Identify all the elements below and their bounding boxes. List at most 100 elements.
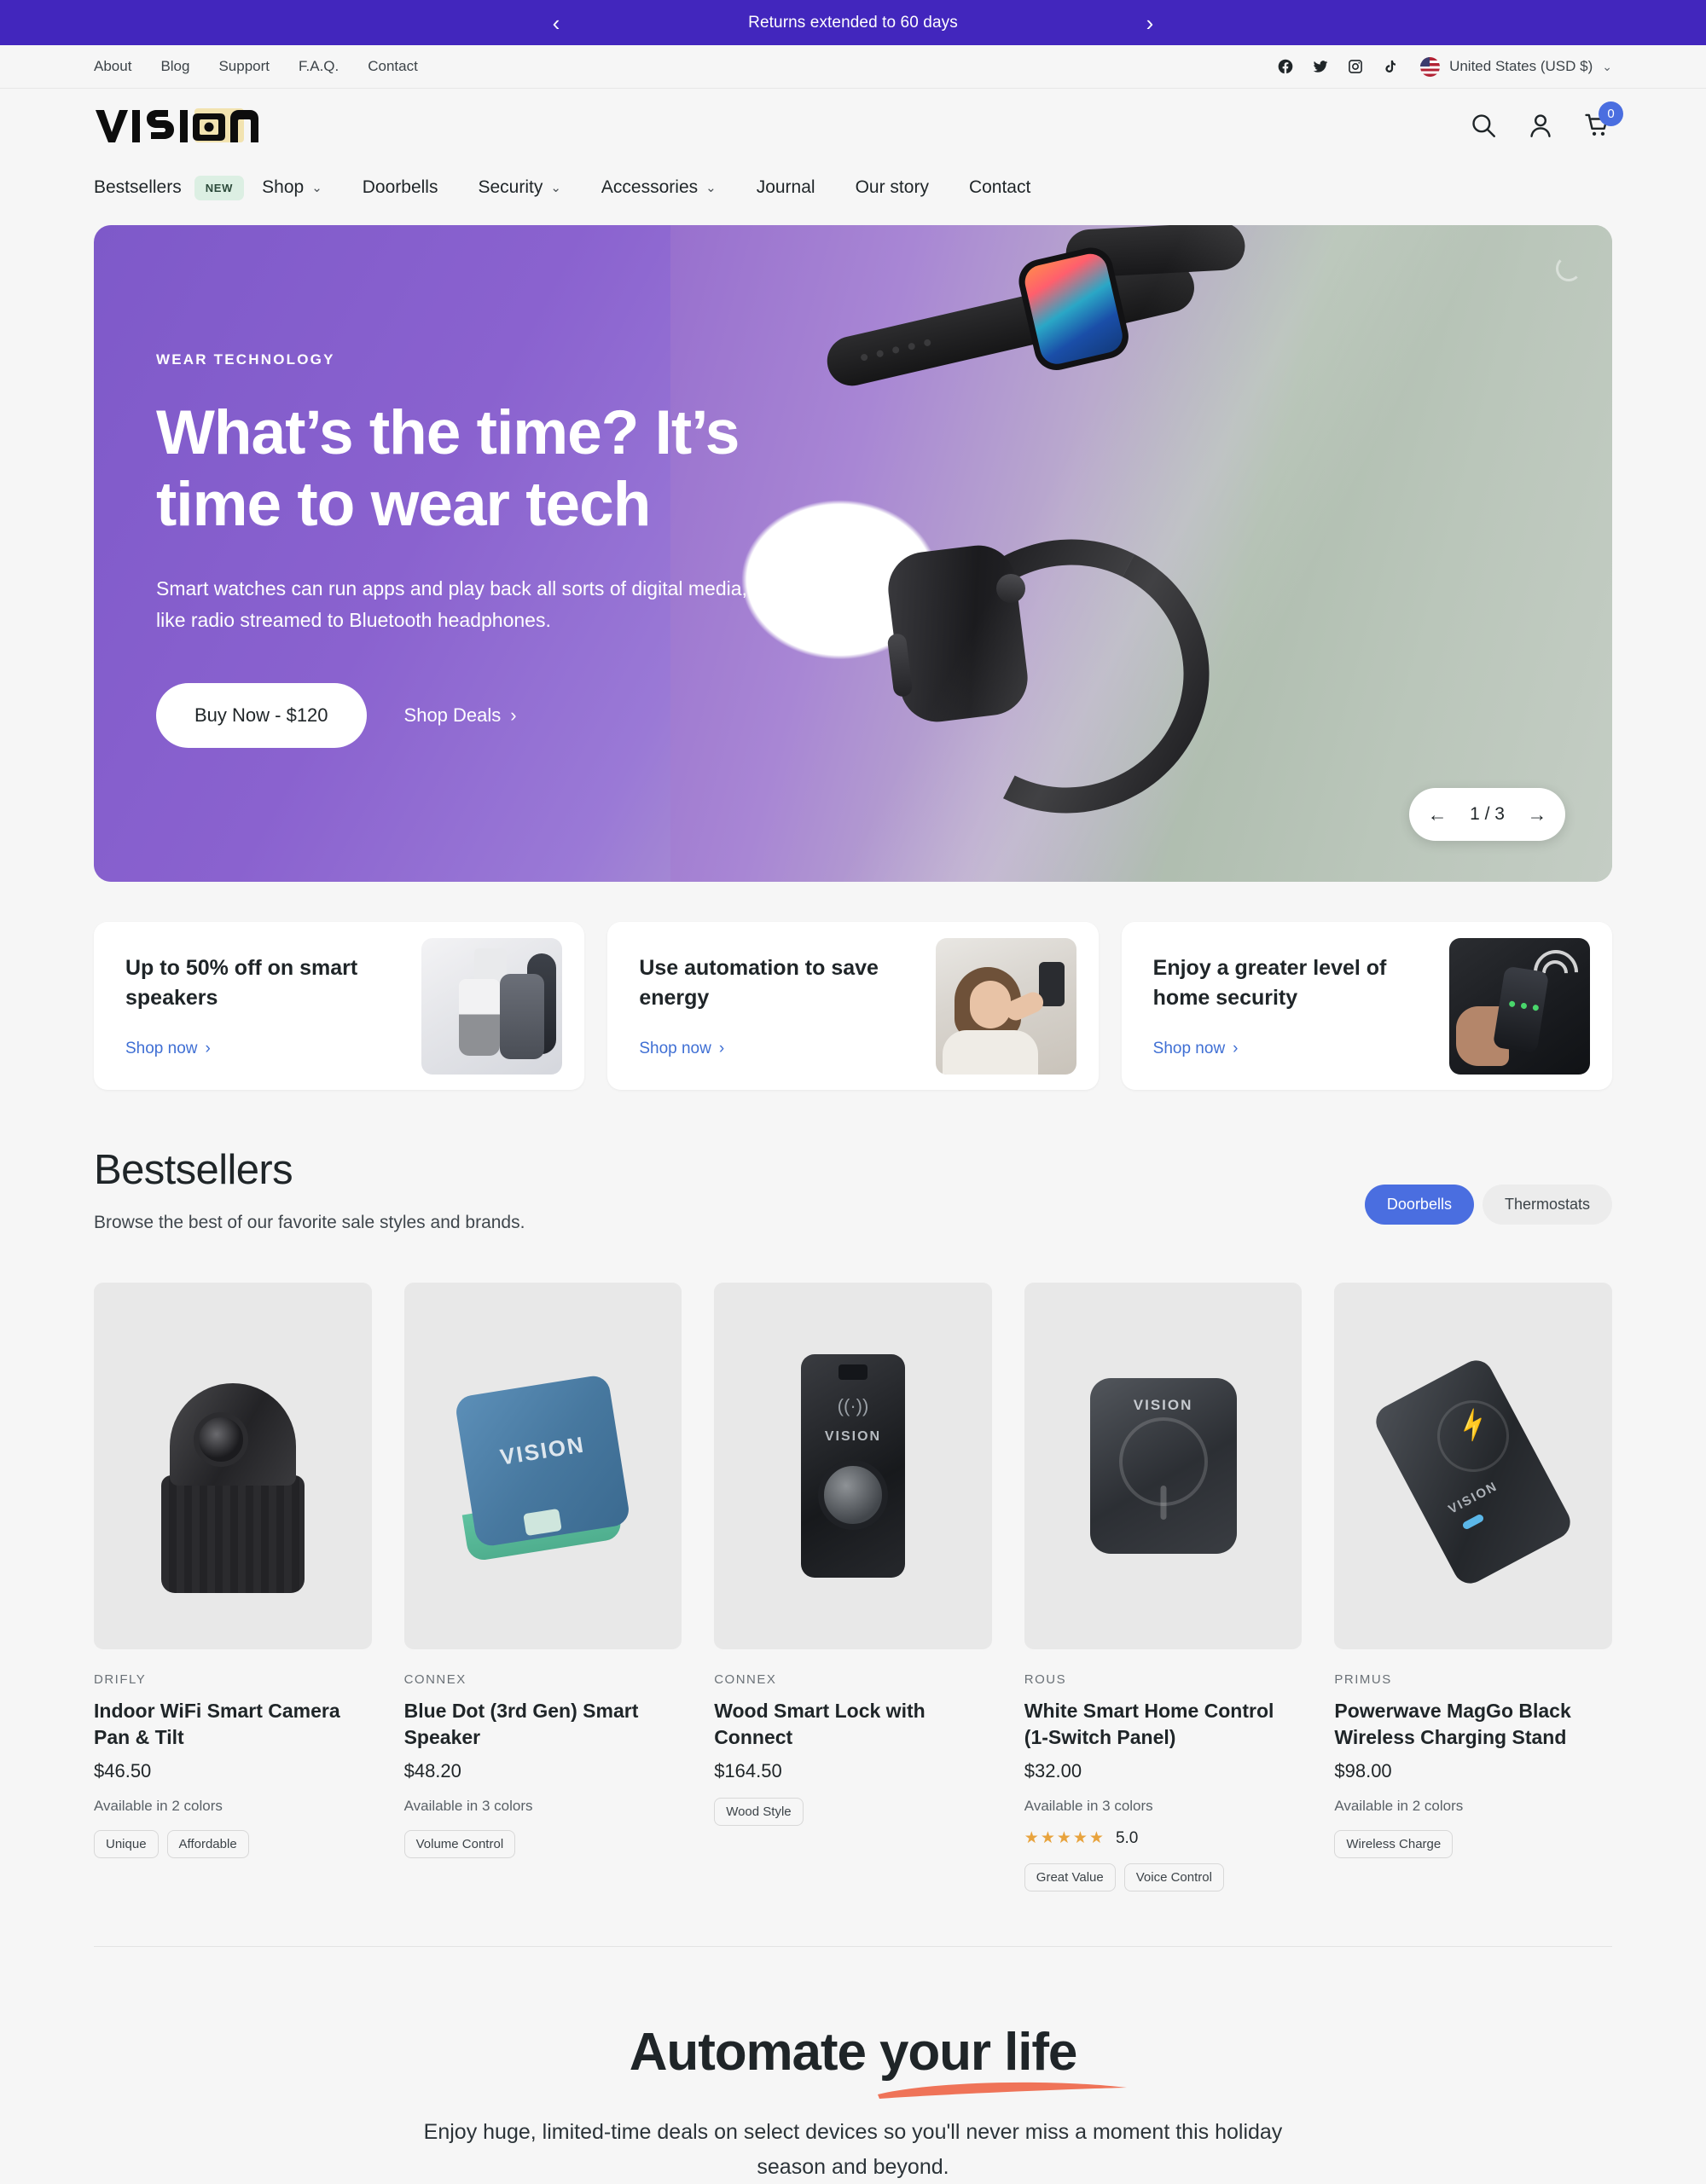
product-tag: Wood Style	[714, 1798, 804, 1827]
nav-item-bestsellers[interactable]: Bestsellers NEW	[94, 175, 245, 200]
nav-item-accessories[interactable]: Accessories ⌄	[601, 177, 717, 198]
automate-section: Automate your life Enjoy huge, limited-t…	[0, 1947, 1706, 2184]
filter-pill-thermostats[interactable]: Thermostats	[1482, 1185, 1612, 1225]
product-image-home-control[interactable]: VISION	[1024, 1283, 1303, 1649]
product-card[interactable]: VISION CONNEX Blue Dot (3rd Gen) Smart S…	[403, 1283, 682, 1891]
promo-link-label: Shop now	[1152, 1039, 1226, 1057]
product-colors: Available in 3 colors	[1024, 1798, 1153, 1815]
chevron-right-icon: ›	[510, 704, 517, 727]
bestsellers-header: Bestsellers Browse the best of our favor…	[94, 1146, 1612, 1233]
page-root: ‹ Returns extended to 60 days › About Bl…	[0, 0, 1706, 2184]
nav-item-journal[interactable]: Journal	[757, 177, 815, 198]
promo-card-automation[interactable]: Use automation to save energy Shop now ›	[607, 922, 1099, 1090]
promo-link-label: Shop now	[125, 1039, 198, 1057]
nav-label-our-story: Our story	[855, 177, 929, 197]
watch-bottom-illustration	[868, 502, 1245, 849]
nav-item-our-story[interactable]: Our story	[856, 177, 929, 198]
hero-banner: WEAR TECHNOLOGY What’s the time? It’s ti…	[94, 225, 1612, 882]
social-links	[1277, 58, 1398, 75]
product-card[interactable]: ⚡ VISION PRIMUS Powerwave MagGo Black Wi…	[1334, 1283, 1612, 1891]
utility-link-faq[interactable]: F.A.Q.	[299, 58, 339, 75]
product-tags: Unique Affordable	[94, 1830, 372, 1859]
chevron-down-icon: ⌄	[311, 181, 322, 195]
shop-deals-label: Shop Deals	[403, 704, 502, 727]
promo-card-security[interactable]: Enjoy a greater level of home security S…	[1121, 922, 1612, 1090]
product-colors: Available in 2 colors	[94, 1798, 223, 1815]
instagram-icon[interactable]	[1347, 58, 1364, 75]
nav-item-shop[interactable]: Shop ⌄	[262, 177, 322, 198]
loading-spinner-icon	[1556, 256, 1581, 281]
bestsellers-subtitle: Browse the best of our favorite sale sty…	[94, 1213, 525, 1232]
chevron-right-icon: ›	[205, 1039, 211, 1057]
product-image-camera[interactable]	[94, 1283, 372, 1649]
promo-text: Up to 50% off on smart speakers Shop now…	[125, 953, 421, 1058]
promo-shop-now-link[interactable]: Shop now ›	[639, 1040, 724, 1058]
product-tags: Great Value Voice Control	[1024, 1863, 1303, 1892]
product-image-power-bank[interactable]: ⚡ VISION	[1334, 1283, 1612, 1649]
automate-title-highlight: your life	[879, 2023, 1077, 2083]
product-price: $46.50	[94, 1760, 152, 1782]
nav-item-security[interactable]: Security ⌄	[478, 177, 560, 198]
shop-deals-link[interactable]: Shop Deals ›	[404, 704, 517, 727]
nav-item-doorbells[interactable]: Doorbells	[363, 177, 438, 198]
smart-lock-image	[1448, 937, 1590, 1075]
promo-text: Enjoy a greater level of home security S…	[1153, 953, 1449, 1058]
product-tag: Volume Control	[403, 1830, 516, 1859]
chevron-down-icon: ⌄	[550, 181, 561, 195]
twitter-icon[interactable]	[1312, 58, 1329, 75]
product-tag: Unique	[94, 1830, 159, 1859]
utility-links: About Blog Support F.A.Q. Contact	[94, 58, 418, 75]
utility-link-blog[interactable]: Blog	[160, 58, 189, 75]
carousel-counter: 1 / 3	[1470, 804, 1505, 824]
promo-link-label: Shop now	[639, 1039, 711, 1057]
nav-label-contact: Contact	[968, 177, 1031, 197]
product-image-lock[interactable]: ((·)) VISION	[714, 1283, 992, 1649]
announcement-prev-icon[interactable]: ‹	[539, 12, 573, 34]
product-image-speaker[interactable]: VISION	[403, 1283, 682, 1649]
promo-card-speakers[interactable]: Up to 50% off on smart speakers Shop now…	[94, 922, 585, 1090]
utility-link-about[interactable]: About	[94, 58, 131, 75]
product-brand: CONNEX	[403, 1672, 467, 1687]
carousel-prev-button[interactable]: ←	[1416, 793, 1459, 836]
nav-label-security: Security	[478, 177, 543, 197]
facebook-icon[interactable]	[1277, 58, 1294, 75]
product-card[interactable]: VISION ROUS White Smart Home Control (1-…	[1024, 1283, 1303, 1892]
utility-link-support[interactable]: Support	[218, 58, 270, 75]
search-icon[interactable]	[1469, 111, 1498, 140]
tiktok-icon[interactable]	[1382, 58, 1398, 75]
country-selector-label[interactable]: United States (USD $)	[1449, 58, 1593, 75]
product-price: $98.00	[1334, 1760, 1392, 1782]
bestsellers-section: Bestsellers Browse the best of our favor…	[0, 1090, 1706, 1892]
nav-item-contact[interactable]: Contact	[969, 177, 1030, 198]
announcement-text: Returns extended to 60 days	[748, 13, 958, 32]
product-name: Wood Smart Lock with Connect	[714, 1700, 926, 1749]
promo-title: Use automation to save energy	[639, 956, 879, 1010]
filter-pill-doorbells[interactable]: Doorbells	[1364, 1185, 1474, 1225]
product-card[interactable]: ((·)) VISION CONNEX Wood Smart Lock with …	[714, 1283, 992, 1891]
automate-subtitle: Enjoy huge, limited-time deals on select…	[423, 2120, 1283, 2179]
carousel-next-button[interactable]: →	[1516, 793, 1558, 836]
rating-value: 5.0	[1115, 1828, 1139, 1847]
site-header: 0	[0, 89, 1706, 162]
buy-now-button[interactable]: Buy Now - $120	[156, 683, 367, 749]
utility-right: United States (USD $) ⌄	[1277, 56, 1612, 77]
logo-vision[interactable]	[94, 107, 258, 144]
nav-label-journal: Journal	[756, 177, 815, 197]
utility-link-contact[interactable]: Contact	[368, 58, 418, 75]
chevron-right-icon: ›	[718, 1039, 725, 1057]
product-card[interactable]: DRIFLY Indoor WiFi Smart Camera Pan & Ti…	[94, 1283, 372, 1891]
product-name: Powerwave MagGo Black Wireless Charging …	[1334, 1700, 1571, 1749]
woman-thermostat-image	[935, 937, 1076, 1075]
product-name: White Smart Home Control (1-Switch Panel…	[1024, 1700, 1274, 1749]
promo-shop-now-link[interactable]: Shop now ›	[1153, 1040, 1239, 1058]
account-icon[interactable]	[1526, 111, 1555, 140]
product-tag: Wireless Charge	[1334, 1830, 1454, 1859]
nav-label-shop: Shop	[262, 177, 305, 197]
cart-icon[interactable]: 0	[1583, 101, 1623, 140]
promo-shop-now-link[interactable]: Shop now ›	[125, 1040, 211, 1058]
hero-content: WEAR TECHNOLOGY What’s the time? It’s ti…	[156, 351, 821, 749]
automate-title-first: Automate	[629, 2023, 879, 2083]
chevron-down-icon[interactable]: ⌄	[1602, 60, 1612, 74]
bestsellers-title: Bestsellers	[94, 1147, 293, 1193]
announcement-next-icon[interactable]: ›	[1133, 12, 1167, 34]
